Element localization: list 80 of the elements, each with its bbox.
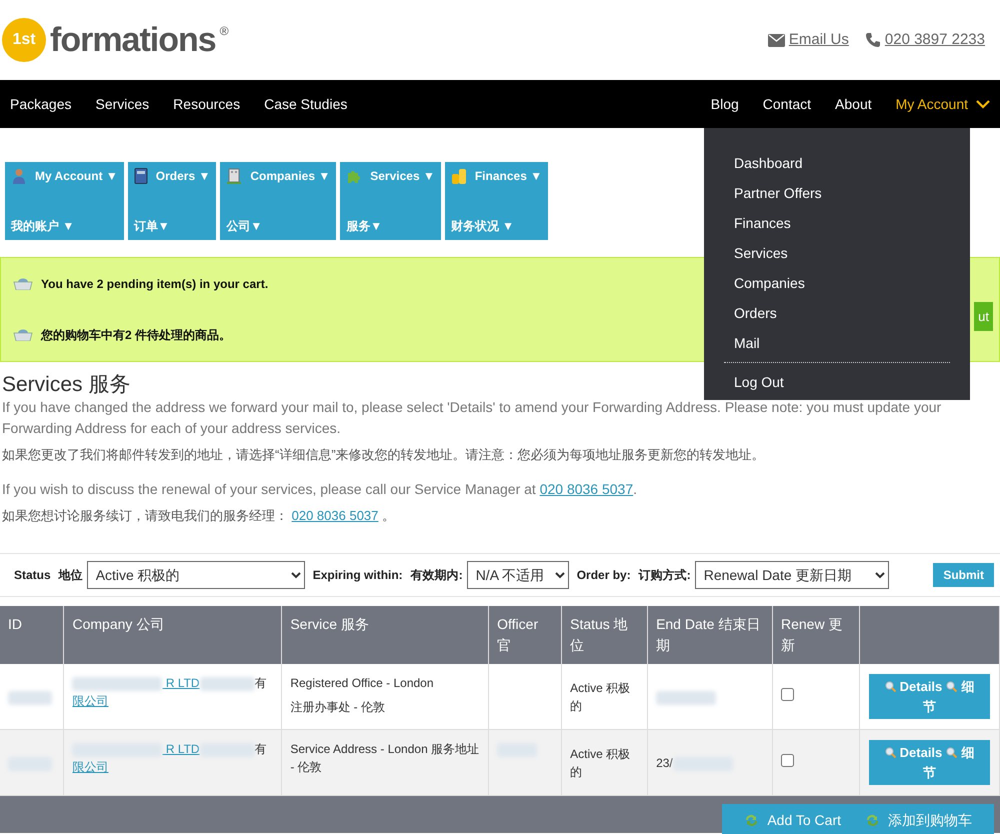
person-icon	[11, 168, 27, 184]
phone-link[interactable]: 020 3897 2233	[884, 28, 985, 52]
menu-item[interactable]: Companies	[724, 268, 950, 298]
menu-item[interactable]: Finances	[724, 208, 950, 238]
paragraph: If you have changed the address we forward your mail to, please select 'Details' to amend your Forwarding Address. Please note: you must update your Forwarding Address for each of your address services.	[2, 398, 942, 438]
service-name: Service Address - London 服务地址 - 伦敦	[290, 741, 480, 776]
page-title: Services 服务	[2, 372, 130, 398]
menu-item[interactable]: Orders	[724, 298, 950, 328]
filter-label: 订购方式:	[638, 567, 691, 584]
filter-label: Status	[14, 567, 51, 584]
tab-label: 订单▼	[134, 218, 171, 235]
nav-link[interactable]: Case Studies	[264, 94, 348, 114]
filter-label: Order by:	[576, 567, 631, 584]
filter-label: Expiring within:	[312, 567, 403, 584]
renew-checkbox[interactable]	[780, 688, 794, 701]
magnifier-icon	[884, 681, 896, 692]
magnifier-icon	[946, 747, 958, 758]
service-name: 注册办事处 - 伦敦	[290, 699, 386, 716]
company-text: 有	[254, 676, 267, 690]
date-text: 23/	[656, 756, 673, 770]
redaction-blur	[200, 677, 255, 692]
filter-select[interactable]: Renewal Date 更新日期	[694, 561, 889, 590]
phone-icon	[864, 32, 881, 48]
building-icon	[226, 168, 242, 184]
tab-label: Finances ▼	[474, 168, 542, 185]
filter-select[interactable]: Active 积极的	[86, 561, 305, 590]
nav-link[interactable]: My Account	[896, 94, 968, 114]
logo-mark: 1st	[2, 18, 46, 62]
column-header: Service 服务	[282, 606, 489, 664]
column-header: Officer 官	[488, 606, 562, 664]
menu-item[interactable]: Services	[724, 238, 950, 268]
renew-checkbox[interactable]	[780, 754, 794, 767]
tab-label: Companies ▼	[250, 168, 330, 185]
tab-label: My Account ▼	[35, 168, 118, 185]
status-text: Active 积极的	[570, 746, 630, 779]
filter-select[interactable]: N/A 不适用	[466, 561, 569, 590]
refresh-icon	[865, 814, 880, 827]
column-header: ID	[0, 606, 64, 664]
menu-item[interactable]: Mail	[724, 328, 950, 358]
column-header: End Date 结束日期	[648, 606, 772, 664]
menu-item[interactable]: Log Out	[724, 367, 950, 397]
column-header: Renew 更新	[772, 606, 860, 664]
registered-mark: ®	[220, 23, 229, 40]
filter-label: 地位	[58, 567, 83, 584]
magnifier-icon	[884, 747, 896, 758]
service-name: Registered Office - London	[290, 675, 435, 692]
magnifier-icon	[946, 681, 958, 692]
paragraph: If you wish to discuss the renewal of your services, please call our Service Manager at 020 8036 5037.	[2, 480, 638, 499]
nav-link[interactable]: About	[835, 94, 872, 114]
nav-link[interactable]: Blog	[710, 94, 739, 114]
paragraph: 如果您更改了我们将邮件转发到的地址，请选择“详细信息”来修改您的转发地址。请注意：您必须为每项地址服务更新您的转发地址。	[2, 446, 766, 464]
tab-label: Orders ▼	[156, 168, 210, 185]
tab-label: 财务状况 ▼	[450, 218, 516, 235]
email-link[interactable]: Email Us	[788, 28, 849, 52]
envelope-icon	[768, 34, 785, 46]
filter-label: 有效期内:	[410, 567, 463, 584]
alert-text: You have 2 pending item(s) in your cart.	[41, 276, 268, 293]
nav-link[interactable]: Packages	[10, 94, 72, 114]
puzzle-icon	[346, 168, 362, 184]
tab-label: 服务▼	[346, 218, 384, 235]
column-header: Company 公司	[64, 606, 282, 664]
paragraph: 如果您想讨论服务续订，请致电我们的服务经理： 020 8036 5037 。	[2, 506, 396, 525]
book-icon	[134, 168, 148, 184]
column-header: Status 地位	[562, 606, 648, 664]
nav-link[interactable]: Contact	[762, 94, 812, 114]
menu-item[interactable]: Partner Offers	[724, 178, 950, 208]
tab-label: 我的账户 ▼	[11, 218, 76, 235]
menu-item[interactable]: Dashboard	[724, 148, 950, 178]
tab-label: 公司▼	[226, 218, 264, 235]
basket-icon	[13, 329, 33, 342]
status-text: Active 积极的	[570, 680, 630, 713]
nav-link[interactable]: Resources	[173, 94, 240, 114]
refresh-icon	[744, 814, 760, 827]
tab-label: Services ▼	[370, 168, 435, 185]
nav-link[interactable]: Services	[95, 94, 150, 114]
company-text: 有	[254, 742, 267, 756]
alert-text: 您的购物车中有2 件待处理的商品。	[41, 327, 232, 344]
basket-icon	[13, 278, 33, 290]
logo-text: formations	[50, 23, 216, 57]
coins-icon	[450, 168, 467, 184]
